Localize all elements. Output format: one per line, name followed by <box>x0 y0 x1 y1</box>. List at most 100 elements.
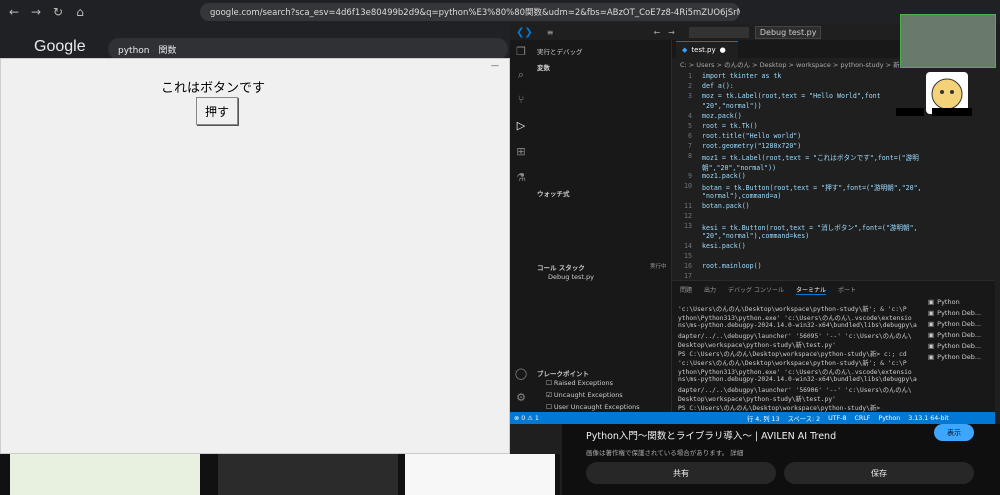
address-bar[interactable]: google.com/search?sca_esv=4d6f13e80499b2… <box>200 3 740 21</box>
code-line[interactable]: "normal"),command=a) <box>672 192 995 202</box>
line-content: 朝","20","normal")) <box>702 164 777 172</box>
tab-debug-console[interactable]: デバッグ コンソール <box>728 285 784 295</box>
nav-forward-icon[interactable]: → <box>668 28 675 37</box>
search-icon[interactable]: ⌕ <box>514 68 528 82</box>
code-line[interactable]: 15 <box>672 252 995 262</box>
code-line[interactable]: 12 <box>672 212 995 222</box>
section-variables[interactable]: 変数 <box>537 62 550 72</box>
line-number: 3 <box>688 92 692 100</box>
nav-back-icon[interactable]: ← <box>653 28 660 37</box>
line-content: "20","normal"),command=kes) <box>702 232 810 240</box>
code-line[interactable]: "20","normal"),command=kes) <box>672 232 995 242</box>
line-content: kesi.pack() <box>702 242 746 250</box>
line-number: 11 <box>684 202 692 210</box>
line-number: 13 <box>684 222 692 230</box>
status-encoding[interactable]: UTF-8 <box>828 415 846 422</box>
code-line[interactable]: 9 moz1.pack() <box>672 172 995 182</box>
google-search-input[interactable]: python 関数 <box>108 38 508 60</box>
result-title[interactable]: Python入門〜関数とライブラリ導入〜 | AVILEN AI Trend <box>586 428 836 442</box>
terminal-instance[interactable]: ▣ Python Deb... <box>928 307 990 318</box>
code-line[interactable]: 11 botan.pack() <box>672 202 995 212</box>
section-breakpoints[interactable]: ブレークポイント <box>537 368 589 378</box>
code-line[interactable]: 朝","20","normal")) <box>672 162 995 172</box>
bp-user-uncaught[interactable]: ☐ User Uncaught Exceptions <box>546 403 640 411</box>
push-button[interactable]: 押す <box>196 97 238 125</box>
google-logo[interactable]: Google <box>34 38 86 56</box>
line-number: 10 <box>684 182 692 190</box>
result-thumbnail[interactable] <box>218 454 398 495</box>
code-line[interactable]: 16 root.mainloop() <box>672 262 995 272</box>
forward-icon[interactable]: → <box>28 4 44 20</box>
explorer-icon[interactable]: ❐ <box>514 44 528 58</box>
account-icon[interactable]: ◯ <box>514 366 528 380</box>
bp-uncaught[interactable]: ☑ Uncaught Exceptions <box>546 391 623 399</box>
image-results-strip <box>0 454 560 495</box>
minimize-icon[interactable]: — <box>491 61 499 70</box>
line-number: 6 <box>688 132 692 140</box>
back-icon[interactable]: ← <box>6 4 22 20</box>
terminal-line: 'c:\Users\のんのん\Desktop\workspace\python-… <box>678 306 907 313</box>
code-line[interactable]: 6 root.title("Hello world") <box>672 132 995 142</box>
line-content: root = tk.Tk() <box>702 122 758 130</box>
line-number <box>672 102 702 112</box>
callstack-item[interactable]: Debug test.py <box>548 273 594 281</box>
code-line[interactable]: 14 kesi.pack() <box>672 242 995 252</box>
result-thumbnail[interactable] <box>405 454 555 495</box>
bp-user-uncaught-label: User Uncaught Exceptions <box>553 403 640 411</box>
terminal-line: Desktop\workspace\python-study\新\test.py… <box>678 396 836 403</box>
testing-icon[interactable]: ⚗ <box>514 170 528 184</box>
settings-gear-icon[interactable]: ⚙ <box>514 390 528 404</box>
line-number: 14 <box>684 242 692 250</box>
terminal-instance[interactable]: ▣ Python Deb... <box>928 340 990 351</box>
debug-config-select[interactable]: Debug test.py <box>754 25 822 39</box>
home-icon[interactable]: ⌂ <box>72 4 88 20</box>
terminal-line: Desktop\workspace\python-study\新\test.py… <box>678 342 836 349</box>
line-content: moz1.pack() <box>702 172 746 180</box>
save-button[interactable]: 保存 <box>784 462 974 484</box>
terminal-instance[interactable]: ▣ Python Deb... <box>928 329 990 340</box>
share-button[interactable]: 共有 <box>586 462 776 484</box>
tab-terminal[interactable]: ターミナル <box>795 285 826 295</box>
status-eol[interactable]: CRLF <box>855 415 871 422</box>
bp-raised[interactable]: ☐ Raised Exceptions <box>546 379 613 387</box>
status-spaces[interactable]: スペース: 2 <box>788 414 821 423</box>
tab-test-py[interactable]: ◆ test.py ● <box>676 41 738 58</box>
bp-uncaught-label: Uncaught Exceptions <box>553 391 623 399</box>
status-version[interactable]: 3.13.1 64-bit <box>908 415 949 422</box>
run-debug-icon[interactable]: ▷ <box>514 118 528 132</box>
status-lang[interactable]: Python <box>878 415 900 422</box>
extensions-icon[interactable]: ⊞ <box>514 144 528 158</box>
line-number: 12 <box>684 212 692 220</box>
line-content: def a(): <box>702 82 734 90</box>
section-callstack[interactable]: コール スタック <box>537 262 585 272</box>
status-position[interactable]: 行 4, 列 13 <box>747 414 780 423</box>
terminal-instance[interactable]: ▣ Python <box>928 296 990 307</box>
copyright-note: 画像は著作権で保護されている場合があります。 詳細 <box>586 449 744 457</box>
terminal-instance-label: Python Deb... <box>937 352 982 361</box>
result-thumbnail[interactable] <box>10 454 200 495</box>
terminal-instance-label: Python Deb... <box>937 330 982 339</box>
tab-problems[interactable]: 問題 <box>680 285 692 295</box>
source-control-icon[interactable]: ⑂ <box>514 92 528 106</box>
line-number: 9 <box>688 172 692 180</box>
reload-icon[interactable]: ↻ <box>50 4 66 20</box>
terminal-instance[interactable]: ▣ Python Deb... <box>928 318 990 329</box>
python-file-icon: ◆ <box>682 46 688 54</box>
line-number <box>672 162 702 172</box>
unsaved-dot-icon[interactable]: ● <box>720 46 726 54</box>
debug-toolbar[interactable] <box>688 26 749 38</box>
section-watch[interactable]: ウォッチ式 <box>537 188 570 198</box>
show-button[interactable]: 表示 <box>934 424 974 441</box>
terminal-instance[interactable]: ▣ Python Deb... <box>928 351 990 362</box>
menu-icon[interactable]: ≡ <box>547 28 554 37</box>
code-line[interactable]: 8 moz1 = tk.Label(root,text = "これはボタンです",… <box>672 152 995 162</box>
tab-output[interactable]: 出力 <box>704 285 716 295</box>
code-line[interactable]: 13 kesi = tk.Button(root,text = "消しボタン",f… <box>672 222 995 232</box>
tab-ports[interactable]: ポート <box>838 285 856 295</box>
code-line[interactable]: 10 botan = tk.Button(root,text = "押す",fon… <box>672 182 995 192</box>
code-line[interactable]: 5 root = tk.Tk() <box>672 122 995 132</box>
terminal-instance-label: Python Deb... <box>937 319 982 328</box>
breadcrumb[interactable]: C: > Users > のんのん > Desktop > workspace … <box>680 59 915 69</box>
code-line[interactable]: 7 root.geometry("1280x720") <box>672 142 995 152</box>
status-errors[interactable]: ⊗ 0 ⚠ 1 <box>514 415 539 422</box>
